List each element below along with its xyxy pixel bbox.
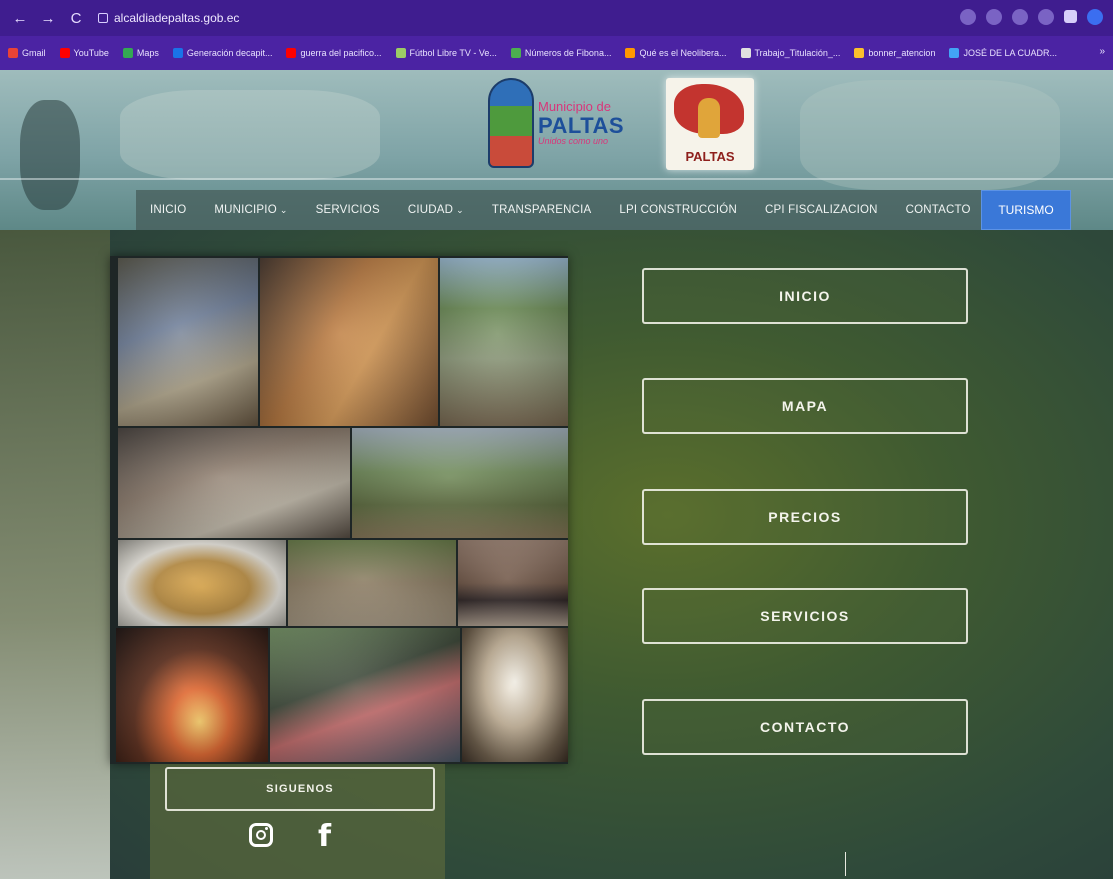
bookmark-favicon-icon (59, 48, 70, 58)
chevron-down-icon: ⌄ (456, 205, 464, 215)
browser-extension-icons (960, 9, 1103, 25)
nav-item-turismo[interactable]: TURISMO (981, 190, 1071, 230)
bookmark-item[interactable]: Fútbol Libre TV - Ve... (395, 48, 497, 58)
star-icon[interactable] (1012, 9, 1028, 25)
bookmarks-bar: Gmail YouTube Maps Generación decapit... gue… (0, 36, 1113, 70)
extension-icon[interactable] (960, 9, 976, 25)
photo-donkey (288, 540, 456, 626)
photo-bread (260, 258, 438, 426)
photo-fire (116, 628, 268, 762)
bookmark-item[interactable]: Generación decapit... (172, 48, 272, 58)
photo-sugarcane-mill (270, 628, 460, 762)
nav-item-servicios[interactable]: SERVICIOS (302, 204, 394, 216)
bookmark-item[interactable]: guerra del pacifico... (286, 48, 382, 58)
nav-item-cpi-fiscalizacion[interactable]: CPI FISCALIZACION (751, 204, 892, 216)
nav-item-ciudad[interactable]: CIUDAD ⌄ (394, 204, 478, 216)
profile-avatar-icon[interactable] (1087, 9, 1103, 25)
bookmark-favicon-icon (854, 48, 865, 58)
back-arrow-icon[interactable]: ← (12, 10, 28, 27)
contacto-button[interactable]: CONTACTO (642, 699, 968, 755)
bookmark-favicon-icon (122, 48, 133, 58)
hero-header: Municipio de PALTAS Unidos como uno PALT… (0, 70, 1113, 230)
reload-icon[interactable]: C (68, 10, 84, 27)
bookmark-item[interactable]: Gmail (8, 48, 46, 58)
bookmark-favicon-icon (625, 48, 636, 58)
nav-item-lpi-construcci-n[interactable]: LPI CONSTRUCCIÓN (605, 204, 751, 216)
bookmark-item[interactable]: Trabajo_Titulación_... (740, 48, 840, 58)
left-background-blur (0, 230, 110, 879)
siguenos-button[interactable]: SIGUENOS (165, 767, 435, 811)
bookmark-favicon-icon (286, 48, 297, 58)
address-bar[interactable]: alcaldiadepaltas.gob.ec (98, 7, 239, 29)
bookmark-favicon-icon (172, 48, 183, 58)
paltas-badge-text: PALTAS (685, 149, 735, 164)
bookmark-item[interactable]: JOSÉ DE LA CUADR... (949, 48, 1057, 58)
bookmark-item[interactable]: Qué es el Neolibera... (625, 48, 727, 58)
photo-collage (110, 256, 568, 764)
photo-farmer (118, 258, 258, 426)
precios-button[interactable]: PRECIOS (642, 489, 968, 545)
nav-item-contacto[interactable]: CONTACTO (892, 204, 985, 216)
logo-line2: PALTAS (538, 112, 625, 138)
bookmark-favicon-icon (8, 48, 18, 58)
servicios-button[interactable]: SERVICIOS (642, 588, 968, 644)
municipio-logo[interactable]: Municipio de PALTAS Unidos como uno (488, 78, 624, 168)
bookmark-favicon-icon (740, 48, 751, 58)
instagram-icon[interactable] (249, 823, 273, 847)
page-content: Municipio de PALTAS Unidos como uno PALT… (0, 70, 1113, 879)
nav-item-inicio[interactable]: INICIO (136, 204, 200, 216)
paltas-badge-logo[interactable]: PALTAS (666, 78, 754, 170)
bookmark-item[interactable]: YouTube (59, 48, 109, 58)
main-navigation: INICIO MUNICIPIO ⌄ SERVICIOS CIUDAD ⌄ TRANSPAR… (136, 190, 1071, 230)
sidepanel-icon[interactable] (1064, 10, 1077, 23)
address-text: alcaldiadepaltas.gob.ec (114, 11, 240, 25)
forward-arrow-icon[interactable]: → (40, 10, 56, 27)
text-cursor (845, 852, 846, 876)
lock-icon (98, 13, 108, 23)
photo-goat (458, 540, 568, 626)
logo-tagline: Unidos como uno (538, 135, 609, 146)
photo-food (118, 540, 286, 626)
bookmark-favicon-icon (510, 48, 521, 58)
municipio-emblem-icon (488, 78, 534, 168)
photo-cow-milking (440, 258, 568, 426)
logo-line1: Municipio de (538, 98, 611, 114)
share-icon[interactable] (986, 9, 1002, 25)
photo-kitchen (118, 428, 350, 538)
bookmarks-more-icon[interactable]: » (1099, 46, 1105, 57)
mapa-button[interactable]: MAPA (642, 378, 968, 434)
chevron-down-icon: ⌄ (279, 205, 288, 215)
facebook-icon[interactable]: f (318, 819, 331, 854)
nav-item-transparencia[interactable]: TRANSPARENCIA (478, 204, 606, 216)
browser-nav-buttons: ← → C (0, 10, 84, 27)
bookmark-item[interactable]: Números de Fibona... (510, 48, 611, 58)
photo-landscape (352, 428, 568, 538)
bookmark-favicon-icon (395, 48, 406, 58)
follow-us-panel: SIGUENOS f (150, 764, 445, 879)
bookmark-favicon-icon (949, 48, 960, 58)
photo-cooking-pot (462, 628, 568, 762)
browser-toolbar: ← → C alcaldiadepaltas.gob.ec (0, 0, 1113, 36)
bookmark-item[interactable]: bonner_atencion (854, 48, 935, 58)
nav-item-municipio[interactable]: MUNICIPIO ⌄ (200, 204, 301, 216)
puzzle-icon[interactable] (1038, 9, 1054, 25)
bookmark-item[interactable]: Maps (122, 48, 159, 58)
inicio-button[interactable]: INICIO (642, 268, 968, 324)
